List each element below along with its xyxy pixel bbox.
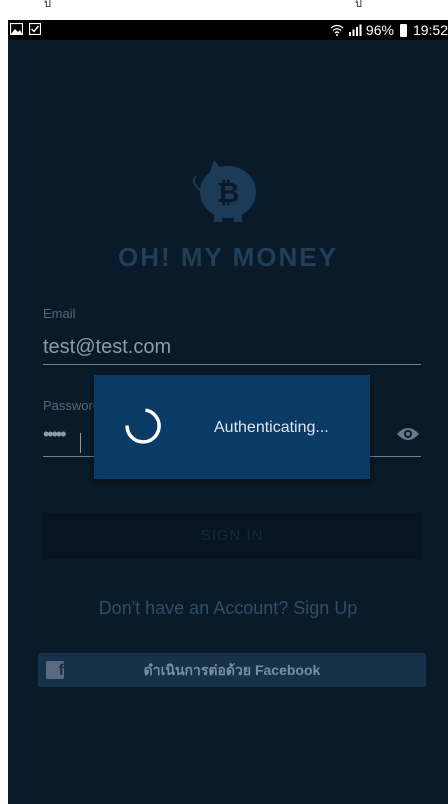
dialog-message: Authenticating... <box>214 419 329 436</box>
battery-percent: 96% <box>365 22 394 38</box>
password-label: Password <box>43 398 101 413</box>
top-mark-right: ป <box>355 0 362 10</box>
phone-screen: 96% 19:52 ₿ OH! MY MONEY Email test@test… <box>8 20 448 804</box>
status-right: 96% 19:52 <box>330 22 448 38</box>
top-strip: ป ป <box>0 0 448 20</box>
image-icon <box>10 23 23 35</box>
app-title: OH! MY MONEY <box>118 242 338 272</box>
text-caret <box>80 433 81 453</box>
clock: 19:52 <box>412 22 448 38</box>
signal-icon <box>348 24 362 36</box>
status-bar: 96% 19:52 <box>8 20 448 40</box>
email-label: Email <box>43 306 76 321</box>
facebook-button-label: ดำเนินการต่อด้วย Facebook <box>143 662 321 678</box>
email-field[interactable]: test@test.com <box>43 336 171 359</box>
svg-text:₿: ₿ <box>217 176 240 209</box>
battery-icon <box>399 23 407 37</box>
eye-icon[interactable] <box>396 426 420 442</box>
checkbox-icon <box>29 23 41 35</box>
sign-in-button[interactable]: SIGN IN <box>43 513 421 559</box>
top-mark-left: ป <box>44 0 51 10</box>
loading-dialog: Authenticating... <box>94 375 370 479</box>
wifi-icon <box>330 24 344 36</box>
password-field[interactable]: ••••• <box>43 424 66 445</box>
facebook-login-button[interactable]: f ดำเนินการต่อด้วย Facebook <box>38 653 426 687</box>
status-left <box>10 23 41 35</box>
signup-link[interactable]: Don't have an Account? Sign Up <box>8 598 448 619</box>
piggy-bank-bitcoin-icon: ₿ <box>192 160 256 222</box>
spinner-icon <box>125 408 161 444</box>
email-underline <box>43 364 421 365</box>
